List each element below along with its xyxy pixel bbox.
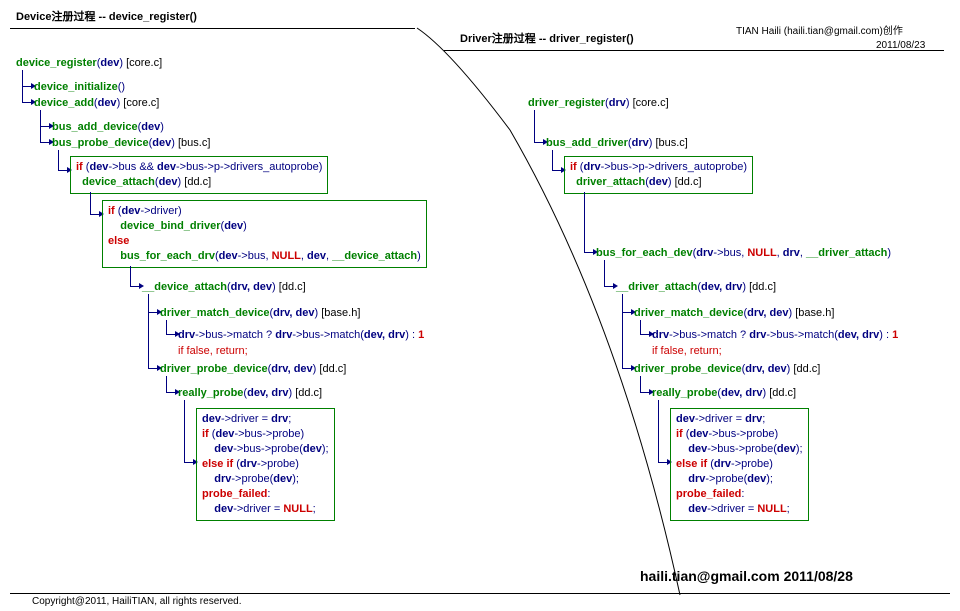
device-add: device_add(dev) [core.c]: [34, 96, 159, 111]
driver-match-device-r: driver_match_device(drv, dev) [base.h]: [634, 306, 834, 321]
bus-add-driver: bus_add_driver(drv) [bus.c]: [546, 136, 688, 151]
box-if-driver: if (dev->driver) device_bind_driver(dev)…: [102, 200, 427, 268]
match-ternary: drv->bus->match ? drv->bus->match(dev, d…: [178, 328, 424, 343]
driver-match-device: driver_match_device(drv, dev) [base.h]: [160, 306, 360, 321]
bus-add-device: bus_add_device(dev): [52, 120, 164, 135]
if-false-return-r: if false, return;: [652, 344, 722, 359]
box-probe-body-r: dev->driver = drv; if (dev->bus->probe) …: [670, 408, 809, 521]
box-if-autoprobe-r: if (drv->bus->p->drivers_autoprobe) driv…: [564, 156, 753, 194]
really-probe: really_probe(dev, drv) [dd.c]: [178, 386, 322, 401]
driver-probe-device: driver_probe_device(drv, dev) [dd.c]: [160, 362, 346, 377]
device-attach-inner: __device_attach(drv, dev) [dd.c]: [142, 280, 306, 295]
watermark: haili.tian@gmail.com 2011/08/28: [640, 568, 853, 584]
really-probe-r: really_probe(dev, drv) [dd.c]: [652, 386, 796, 401]
device-register: device_register(dev) [core.c]: [16, 56, 162, 71]
footer-line: [10, 593, 950, 594]
driver-attach-inner: __driver_attach(dev, drv) [dd.c]: [616, 280, 776, 295]
bus-for-each-dev: bus_for_each_dev(drv->bus, NULL, drv, __…: [596, 246, 891, 261]
driver-probe-device-r: driver_probe_device(drv, dev) [dd.c]: [634, 362, 820, 377]
match-ternary-r: drv->bus->match ? drv->bus->match(dev, d…: [652, 328, 898, 343]
bus-probe-device: bus_probe_device(dev) [bus.c]: [52, 136, 210, 151]
device-initialize: device_initialize(): [34, 80, 125, 95]
title-underline-left: [10, 28, 415, 29]
driver-register: driver_register(drv) [core.c]: [528, 96, 669, 111]
box-probe-body: dev->driver = drv; if (dev->bus->probe) …: [196, 408, 335, 521]
credit-name: TIAN Haili (haili.tian@gmail.com)创作: [736, 24, 903, 39]
if-false-return: if false, return;: [178, 344, 248, 359]
right-title: Driver注册过程 -- driver_register(): [460, 32, 634, 47]
copyright: Copyright@2011, HailiTIAN, all rights re…: [32, 596, 242, 607]
box-if-autoprobe: if (dev->bus && dev->bus->p->drivers_aut…: [70, 156, 328, 194]
title-underline-right: [444, 50, 944, 51]
left-title: Device注册过程 -- device_register(): [16, 10, 197, 25]
